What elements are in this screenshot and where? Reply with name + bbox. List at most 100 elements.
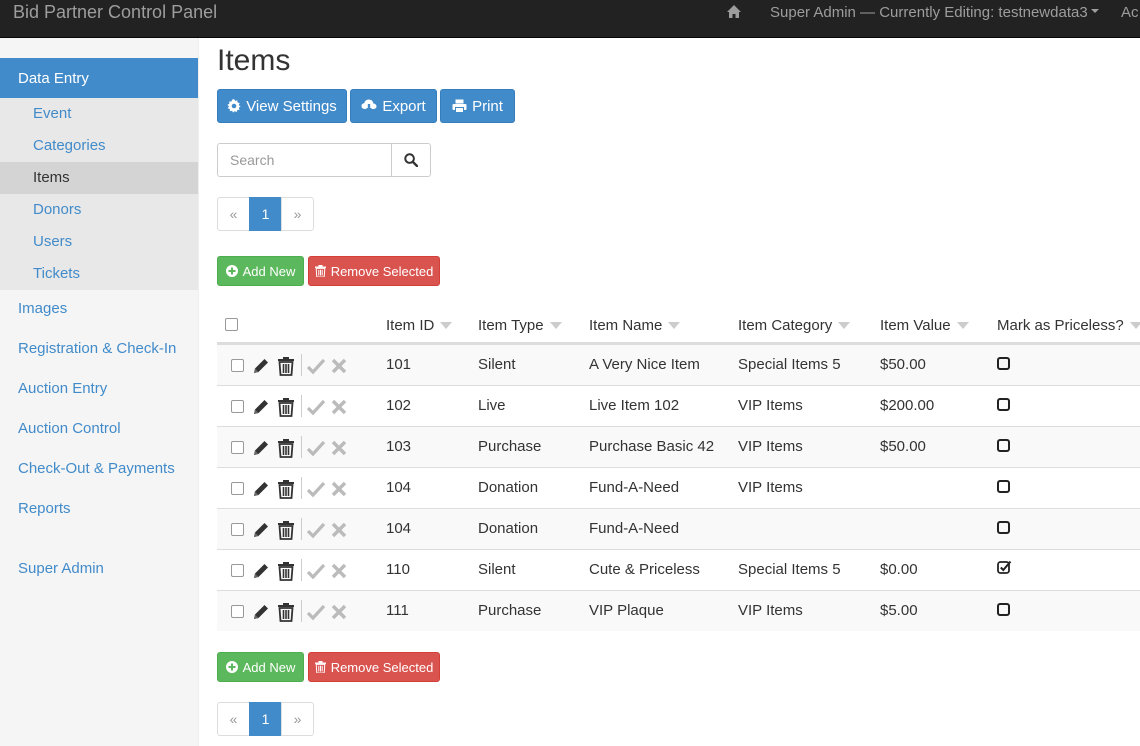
item-category-cell: Special Items 5 <box>738 356 841 373</box>
trash-icon[interactable] <box>276 561 296 581</box>
sidebar-item-reports[interactable]: Reports <box>0 492 198 528</box>
trash-icon[interactable] <box>276 602 296 622</box>
remove-selected-label: Remove Selected <box>330 659 434 675</box>
close-icon[interactable] <box>329 602 349 622</box>
priceless-unchecked-icon[interactable] <box>997 521 1010 534</box>
trash-icon[interactable] <box>276 479 296 499</box>
row-select-checkbox[interactable] <box>231 605 244 618</box>
check-icon[interactable] <box>306 561 326 581</box>
column-label: Item ID <box>386 317 435 334</box>
sidebar-item-donors[interactable]: Donors <box>0 194 198 226</box>
priceless-unchecked-icon[interactable] <box>997 439 1010 452</box>
pencil-icon[interactable] <box>251 561 271 581</box>
select-all-checkbox[interactable] <box>225 318 238 331</box>
close-icon[interactable] <box>329 397 349 417</box>
check-icon[interactable] <box>306 438 326 458</box>
check-icon[interactable] <box>306 356 326 376</box>
column-header-item-value[interactable]: Item Value <box>880 317 969 334</box>
view-settings-button[interactable]: View Settings <box>217 89 347 123</box>
row-select-checkbox[interactable] <box>231 523 244 536</box>
close-icon[interactable] <box>329 520 349 540</box>
row-select-checkbox[interactable] <box>231 564 244 577</box>
column-header-item-id[interactable]: Item ID <box>386 317 453 334</box>
app-brand[interactable]: Bid Partner Control Panel <box>13 2 217 23</box>
row-select-checkbox[interactable] <box>231 482 244 495</box>
sidebar-item-tickets[interactable]: Tickets <box>0 258 198 290</box>
sort-caret-icon <box>668 322 681 329</box>
item-name-cell: Fund-A-Need <box>589 479 680 496</box>
pencil-icon[interactable] <box>251 602 271 622</box>
column-header-item-name[interactable]: Item Name <box>589 317 681 334</box>
pagination-next[interactable]: » <box>281 702 314 736</box>
row-select-checkbox[interactable] <box>231 359 244 372</box>
search-input[interactable] <box>217 143 392 177</box>
sidebar-item-super-admin[interactable]: Super Admin <box>0 552 198 588</box>
column-header-item-type[interactable]: Item Type <box>478 317 562 334</box>
item-value-cell: $50.00 <box>880 356 926 373</box>
pencil-icon[interactable] <box>251 397 271 417</box>
sidebar-item-checkout[interactable]: Check-Out & Payments <box>0 452 198 488</box>
trash-icon[interactable] <box>276 520 296 540</box>
item-category-cell: Special Items 5 <box>738 561 841 578</box>
add-new-label: Add New <box>242 263 296 279</box>
print-button[interactable]: Print <box>440 89 515 123</box>
export-button[interactable]: Export <box>350 89 437 123</box>
check-icon[interactable] <box>306 397 326 417</box>
close-icon[interactable] <box>329 438 349 458</box>
sidebar-item-registration[interactable]: Registration & Check-In <box>0 332 198 368</box>
column-header-item-category[interactable]: Item Category <box>738 317 851 334</box>
trash-icon <box>314 265 326 277</box>
user-menu-label: Super Admin — Currently Editing: testnew… <box>770 4 1088 21</box>
pencil-icon[interactable] <box>251 479 271 499</box>
row-select-checkbox[interactable] <box>231 441 244 454</box>
action-divider <box>301 559 302 581</box>
add-new-button-bottom[interactable]: Add New <box>217 652 304 682</box>
close-icon[interactable] <box>329 561 349 581</box>
trash-icon[interactable] <box>276 397 296 417</box>
pencil-icon[interactable] <box>251 520 271 540</box>
pencil-icon[interactable] <box>251 438 271 458</box>
priceless-unchecked-icon[interactable] <box>997 357 1010 370</box>
table-row: 111 Purchase VIP Plaque VIP Items $5.00 <box>217 590 1140 631</box>
home-icon[interactable] <box>726 4 742 20</box>
pagination-prev[interactable]: « <box>217 702 250 736</box>
column-header-priceless[interactable]: Mark as Priceless? <box>997 317 1140 334</box>
priceless-unchecked-icon[interactable] <box>997 398 1010 411</box>
item-type-cell: Donation <box>478 479 539 496</box>
remove-selected-button-bottom[interactable]: Remove Selected <box>308 652 440 682</box>
priceless-checked-icon[interactable] <box>997 560 1012 575</box>
check-icon[interactable] <box>306 602 326 622</box>
trash-icon[interactable] <box>276 356 296 376</box>
check-icon[interactable] <box>306 520 326 540</box>
add-new-button[interactable]: Add New <box>217 256 304 286</box>
pagination-next[interactable]: » <box>281 197 314 231</box>
remove-selected-button[interactable]: Remove Selected <box>308 256 440 286</box>
search-button[interactable] <box>391 143 431 177</box>
pagination-prev[interactable]: « <box>217 197 250 231</box>
priceless-unchecked-icon[interactable] <box>997 603 1010 616</box>
sidebar-item-auction-entry[interactable]: Auction Entry <box>0 372 198 408</box>
gear-icon <box>227 99 241 113</box>
pagination-top: « 1 » <box>217 197 314 231</box>
sidebar-item-users[interactable]: Users <box>0 226 198 258</box>
sidebar-item-categories[interactable]: Categories <box>0 130 198 162</box>
item-value-cell: $5.00 <box>880 602 918 619</box>
close-icon[interactable] <box>329 356 349 376</box>
priceless-unchecked-icon[interactable] <box>997 480 1010 493</box>
user-menu[interactable]: Super Admin — Currently Editing: testnew… <box>770 4 1099 21</box>
sidebar-item-data-entry[interactable]: Data Entry <box>0 58 198 98</box>
table-row: 104 Donation Fund-A-Need VIP Items <box>217 467 1140 508</box>
sidebar-item-event[interactable]: Event <box>0 98 198 130</box>
sidebar-item-auction-control[interactable]: Auction Control <box>0 412 198 448</box>
trash-icon[interactable] <box>276 438 296 458</box>
sidebar-item-items[interactable]: Items <box>0 162 198 194</box>
pagination-page-1[interactable]: 1 <box>249 702 282 736</box>
pagination-page-1[interactable]: 1 <box>249 197 282 231</box>
pencil-icon[interactable] <box>251 356 271 376</box>
account-menu[interactable]: Ac <box>1121 4 1139 21</box>
row-select-checkbox[interactable] <box>231 400 244 413</box>
sidebar-item-images[interactable]: Images <box>0 292 198 328</box>
check-icon[interactable] <box>306 479 326 499</box>
close-icon[interactable] <box>329 479 349 499</box>
item-type-cell: Silent <box>478 356 516 373</box>
